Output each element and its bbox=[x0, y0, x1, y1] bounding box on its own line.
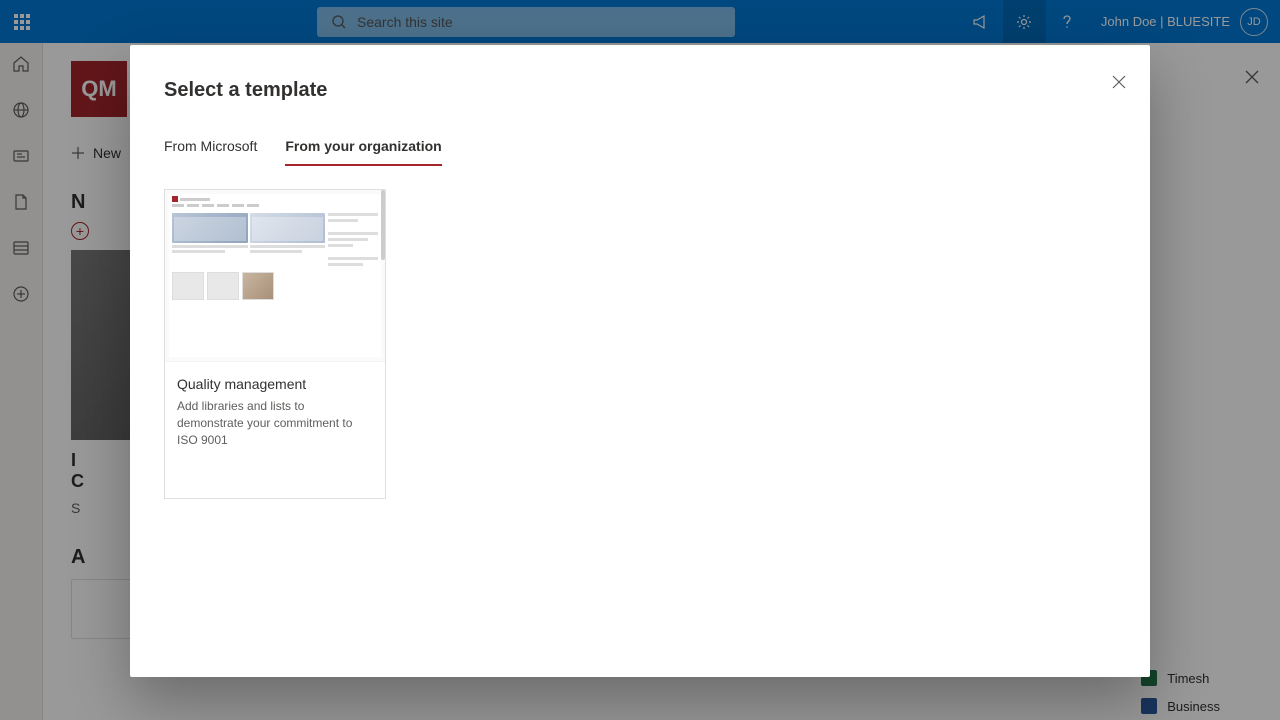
close-icon bbox=[1112, 75, 1126, 89]
dialog-close-button[interactable] bbox=[1112, 75, 1126, 89]
template-description: Add libraries and lists to demonstrate y… bbox=[177, 398, 373, 448]
tab-from-organization[interactable]: From your organization bbox=[285, 130, 441, 166]
template-preview bbox=[165, 190, 385, 362]
modal-scrim[interactable]: Select a template From Microsoft From yo… bbox=[0, 0, 1280, 720]
template-dialog: Select a template From Microsoft From yo… bbox=[130, 45, 1150, 677]
dialog-tabs: From Microsoft From your organization bbox=[164, 130, 1116, 167]
template-card-quality-management[interactable]: Quality management Add libraries and lis… bbox=[164, 189, 386, 499]
template-grid: Quality management Add libraries and lis… bbox=[164, 189, 1116, 499]
tab-from-microsoft[interactable]: From Microsoft bbox=[164, 130, 257, 166]
dialog-title: Select a template bbox=[164, 79, 1116, 102]
template-name: Quality management bbox=[177, 376, 373, 392]
